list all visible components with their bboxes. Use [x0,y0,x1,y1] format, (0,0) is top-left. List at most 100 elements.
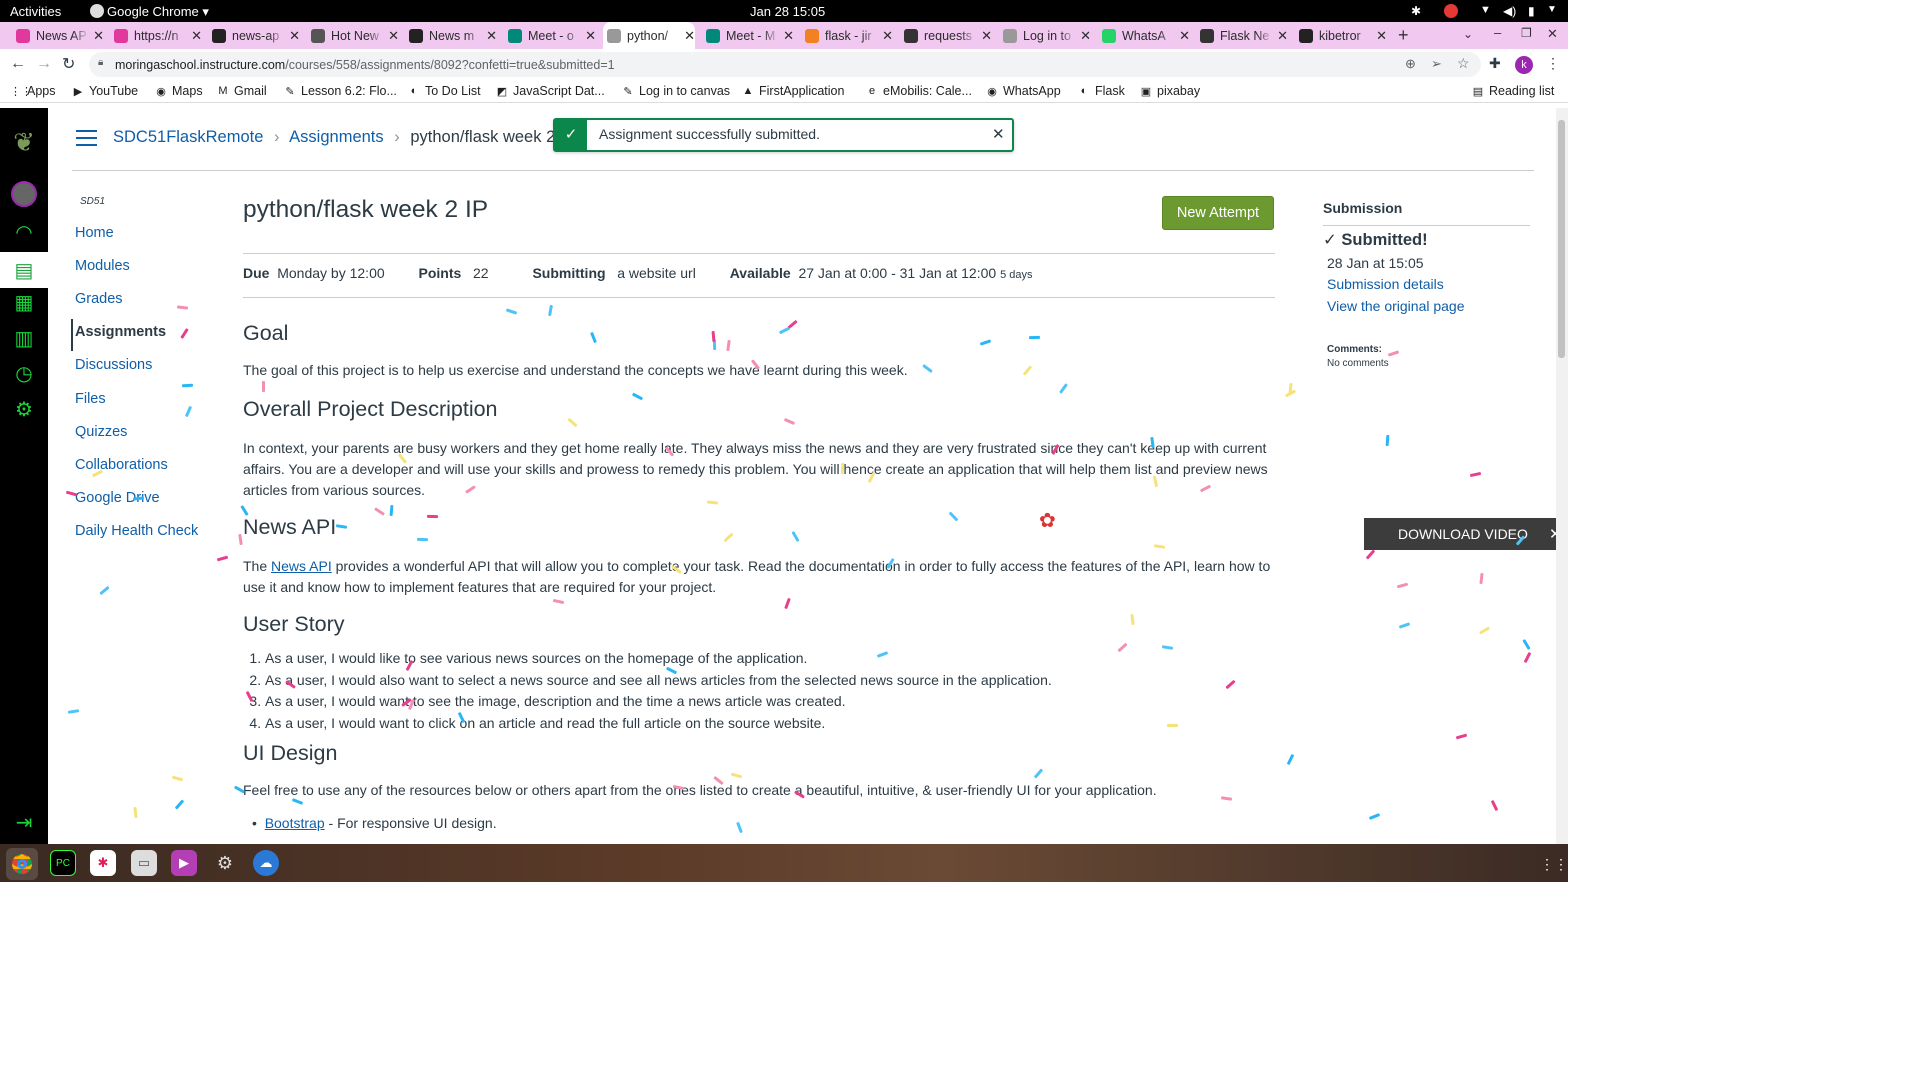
course-nav-grades[interactable]: Grades [75,291,123,307]
reload-icon[interactable]: ↻ [62,54,75,74]
clock[interactable]: Jan 28 15:05 [750,4,825,19]
bookmark-12[interactable]: ▣ pixabay [1140,84,1200,98]
back-icon[interactable]: ← [10,55,26,73]
activities-button[interactable]: Activities [10,4,61,19]
account-icon[interactable] [10,180,38,208]
tab-close-icon[interactable]: ✕ [191,28,202,44]
extensions-icon[interactable]: ✚ [1489,55,1501,72]
tab-close-icon[interactable]: ✕ [1179,28,1190,44]
download-video-button[interactable]: DOWNLOAD VIDEO [1398,526,1528,542]
bookmark-5[interactable]: ◐ To Do List [408,84,481,98]
zoom-icon[interactable]: ⊕ [1405,56,1416,72]
new-tab-button[interactable]: + [1398,25,1409,46]
collapse-nav-icon[interactable]: ⇥ [10,808,38,836]
files-dock-icon[interactable]: ▭ [131,850,157,876]
tab-close-icon[interactable]: ✕ [289,28,300,44]
course-nav-google-drive[interactable]: Google Drive [75,490,160,506]
new-attempt-button[interactable]: New Attempt [1162,196,1274,230]
bookmark-3[interactable]: M Gmail [217,84,266,98]
reading-list-button[interactable]: ▤ Reading list [1472,84,1555,98]
bootstrap-link[interactable]: Bootstrap [265,815,325,831]
send-icon[interactable]: ➢ [1431,56,1442,72]
tab-13[interactable]: kibetror ✕ [1295,22,1387,49]
chrome-menu-icon[interactable]: ⋮ [1546,55,1560,72]
history-icon[interactable]: ◷ [10,359,38,387]
settings-dock-icon[interactable]: ⚙ [212,850,238,876]
bookmark-7[interactable]: ✎ Log in to canvas [622,84,730,98]
tab-9[interactable]: requests ✕ [900,22,992,49]
maximize-button[interactable]: ❐ [1521,26,1532,40]
breadcrumb-course[interactable]: SDC51FlaskRemote [113,128,263,146]
tab-close-icon[interactable]: ✕ [1080,28,1091,44]
tab-11[interactable]: WhatsA ✕ [1098,22,1190,49]
tab-7[interactable]: Meet - M ✕ [702,22,794,49]
tab-close-icon[interactable]: ✕ [388,28,399,44]
tab-4[interactable]: News m ✕ [405,22,497,49]
help-icon[interactable]: ⚙ [10,395,38,423]
course-nav-discussions[interactable]: Discussions [75,357,152,373]
tab-close-icon[interactable]: ✕ [486,28,497,44]
bookmark-11[interactable]: ◐ Flask [1078,84,1125,98]
minimize-button[interactable]: – [1494,25,1501,40]
profile-avatar[interactable]: k [1515,56,1533,74]
breadcrumb-assignments[interactable]: Assignments [289,128,383,146]
scrollbar-thumb[interactable] [1558,120,1565,358]
tab-6[interactable]: python/ ✕ [603,22,695,49]
forward-icon[interactable]: → [36,55,52,73]
courses-icon[interactable]: ▤ [0,252,48,288]
course-nav-collaborations[interactable]: Collaborations [75,457,168,473]
school-logo-icon[interactable]: ❦ [6,116,42,168]
tab-close-icon[interactable]: ✕ [585,28,596,44]
inbox-icon[interactable]: ▥ [10,324,38,352]
course-nav-modules[interactable]: Modules [75,258,130,274]
system-menu-icon[interactable]: ▼ [1547,4,1557,15]
show-apps-icon[interactable]: ⋮⋮ [1540,856,1568,873]
slack-tray-icon[interactable]: ✱ [1411,4,1421,18]
video-dock-icon[interactable]: ▶ [171,850,197,876]
hamburger-menu-icon[interactable] [76,130,97,146]
tab-search-icon[interactable]: ⌄ [1463,27,1473,41]
chrome-dock-icon[interactable] [6,848,38,880]
bookmark-4[interactable]: ✎ Lesson 6.2: Flo... [284,84,397,98]
tab-5[interactable]: Meet - o ✕ [504,22,596,49]
bookmark-9[interactable]: e eMobilis: Cale... [866,84,972,98]
tab-close-icon[interactable]: ✕ [93,28,104,44]
volume-icon[interactable]: ◀) [1503,4,1516,18]
bookmark-0[interactable]: ⋮⋮ Apps [10,84,56,98]
course-nav-quizzes[interactable]: Quizzes [75,424,127,440]
tab-8[interactable]: flask - jir ✕ [801,22,893,49]
close-window-button[interactable]: ✕ [1547,26,1558,42]
tab-close-icon[interactable]: ✕ [882,28,893,44]
bookmark-1[interactable]: ▶ YouTube [72,84,138,98]
news-api-link[interactable]: News API [271,558,332,574]
tab-close-icon[interactable]: ✕ [981,28,992,44]
app-menu[interactable]: Google Chrome ▾ [107,4,209,20]
pycharm-dock-icon[interactable]: PC [50,850,76,876]
bookmark-10[interactable]: ◉ WhatsApp [986,84,1060,98]
address-bar[interactable]: 🔒︎ moringaschool.instructure.com/courses… [89,52,1481,77]
tab-close-icon[interactable]: ✕ [1277,28,1288,44]
course-nav-daily-health-check[interactable]: Daily Health Check [75,523,198,539]
course-nav-home[interactable]: Home [75,225,114,241]
tab-close-icon[interactable]: ✕ [684,28,695,44]
calendar-icon[interactable]: ▦ [10,288,38,316]
bookmark-6[interactable]: ◩ JavaScript Dat... [496,84,605,98]
tab-close-icon[interactable]: ✕ [1376,28,1387,44]
bookmark-2[interactable]: ◉ Maps [155,84,202,98]
tab-12[interactable]: Flask Ne ✕ [1196,22,1288,49]
course-nav-assignments[interactable]: Assignments [75,324,166,340]
flash-close-icon[interactable]: ✕ [992,125,1005,143]
tab-1[interactable]: https://n ✕ [110,22,202,49]
battery-icon[interactable]: ▮ [1528,4,1535,18]
cloud-dock-icon[interactable]: ☁ [253,850,279,876]
tab-2[interactable]: news-ap ✕ [208,22,300,49]
tab-3[interactable]: Hot New ✕ [307,22,399,49]
tab-close-icon[interactable]: ✕ [783,28,794,44]
view-original-link[interactable]: View the original page [1327,298,1465,314]
slack-dock-icon[interactable]: ✱ [90,850,116,876]
course-nav-files[interactable]: Files [75,391,106,407]
submission-details-link[interactable]: Submission details [1327,276,1444,292]
dashboard-icon[interactable]: ◠ [10,218,38,246]
tab-0[interactable]: News AP ✕ [12,22,104,49]
do-not-disturb-icon[interactable] [1444,4,1458,18]
